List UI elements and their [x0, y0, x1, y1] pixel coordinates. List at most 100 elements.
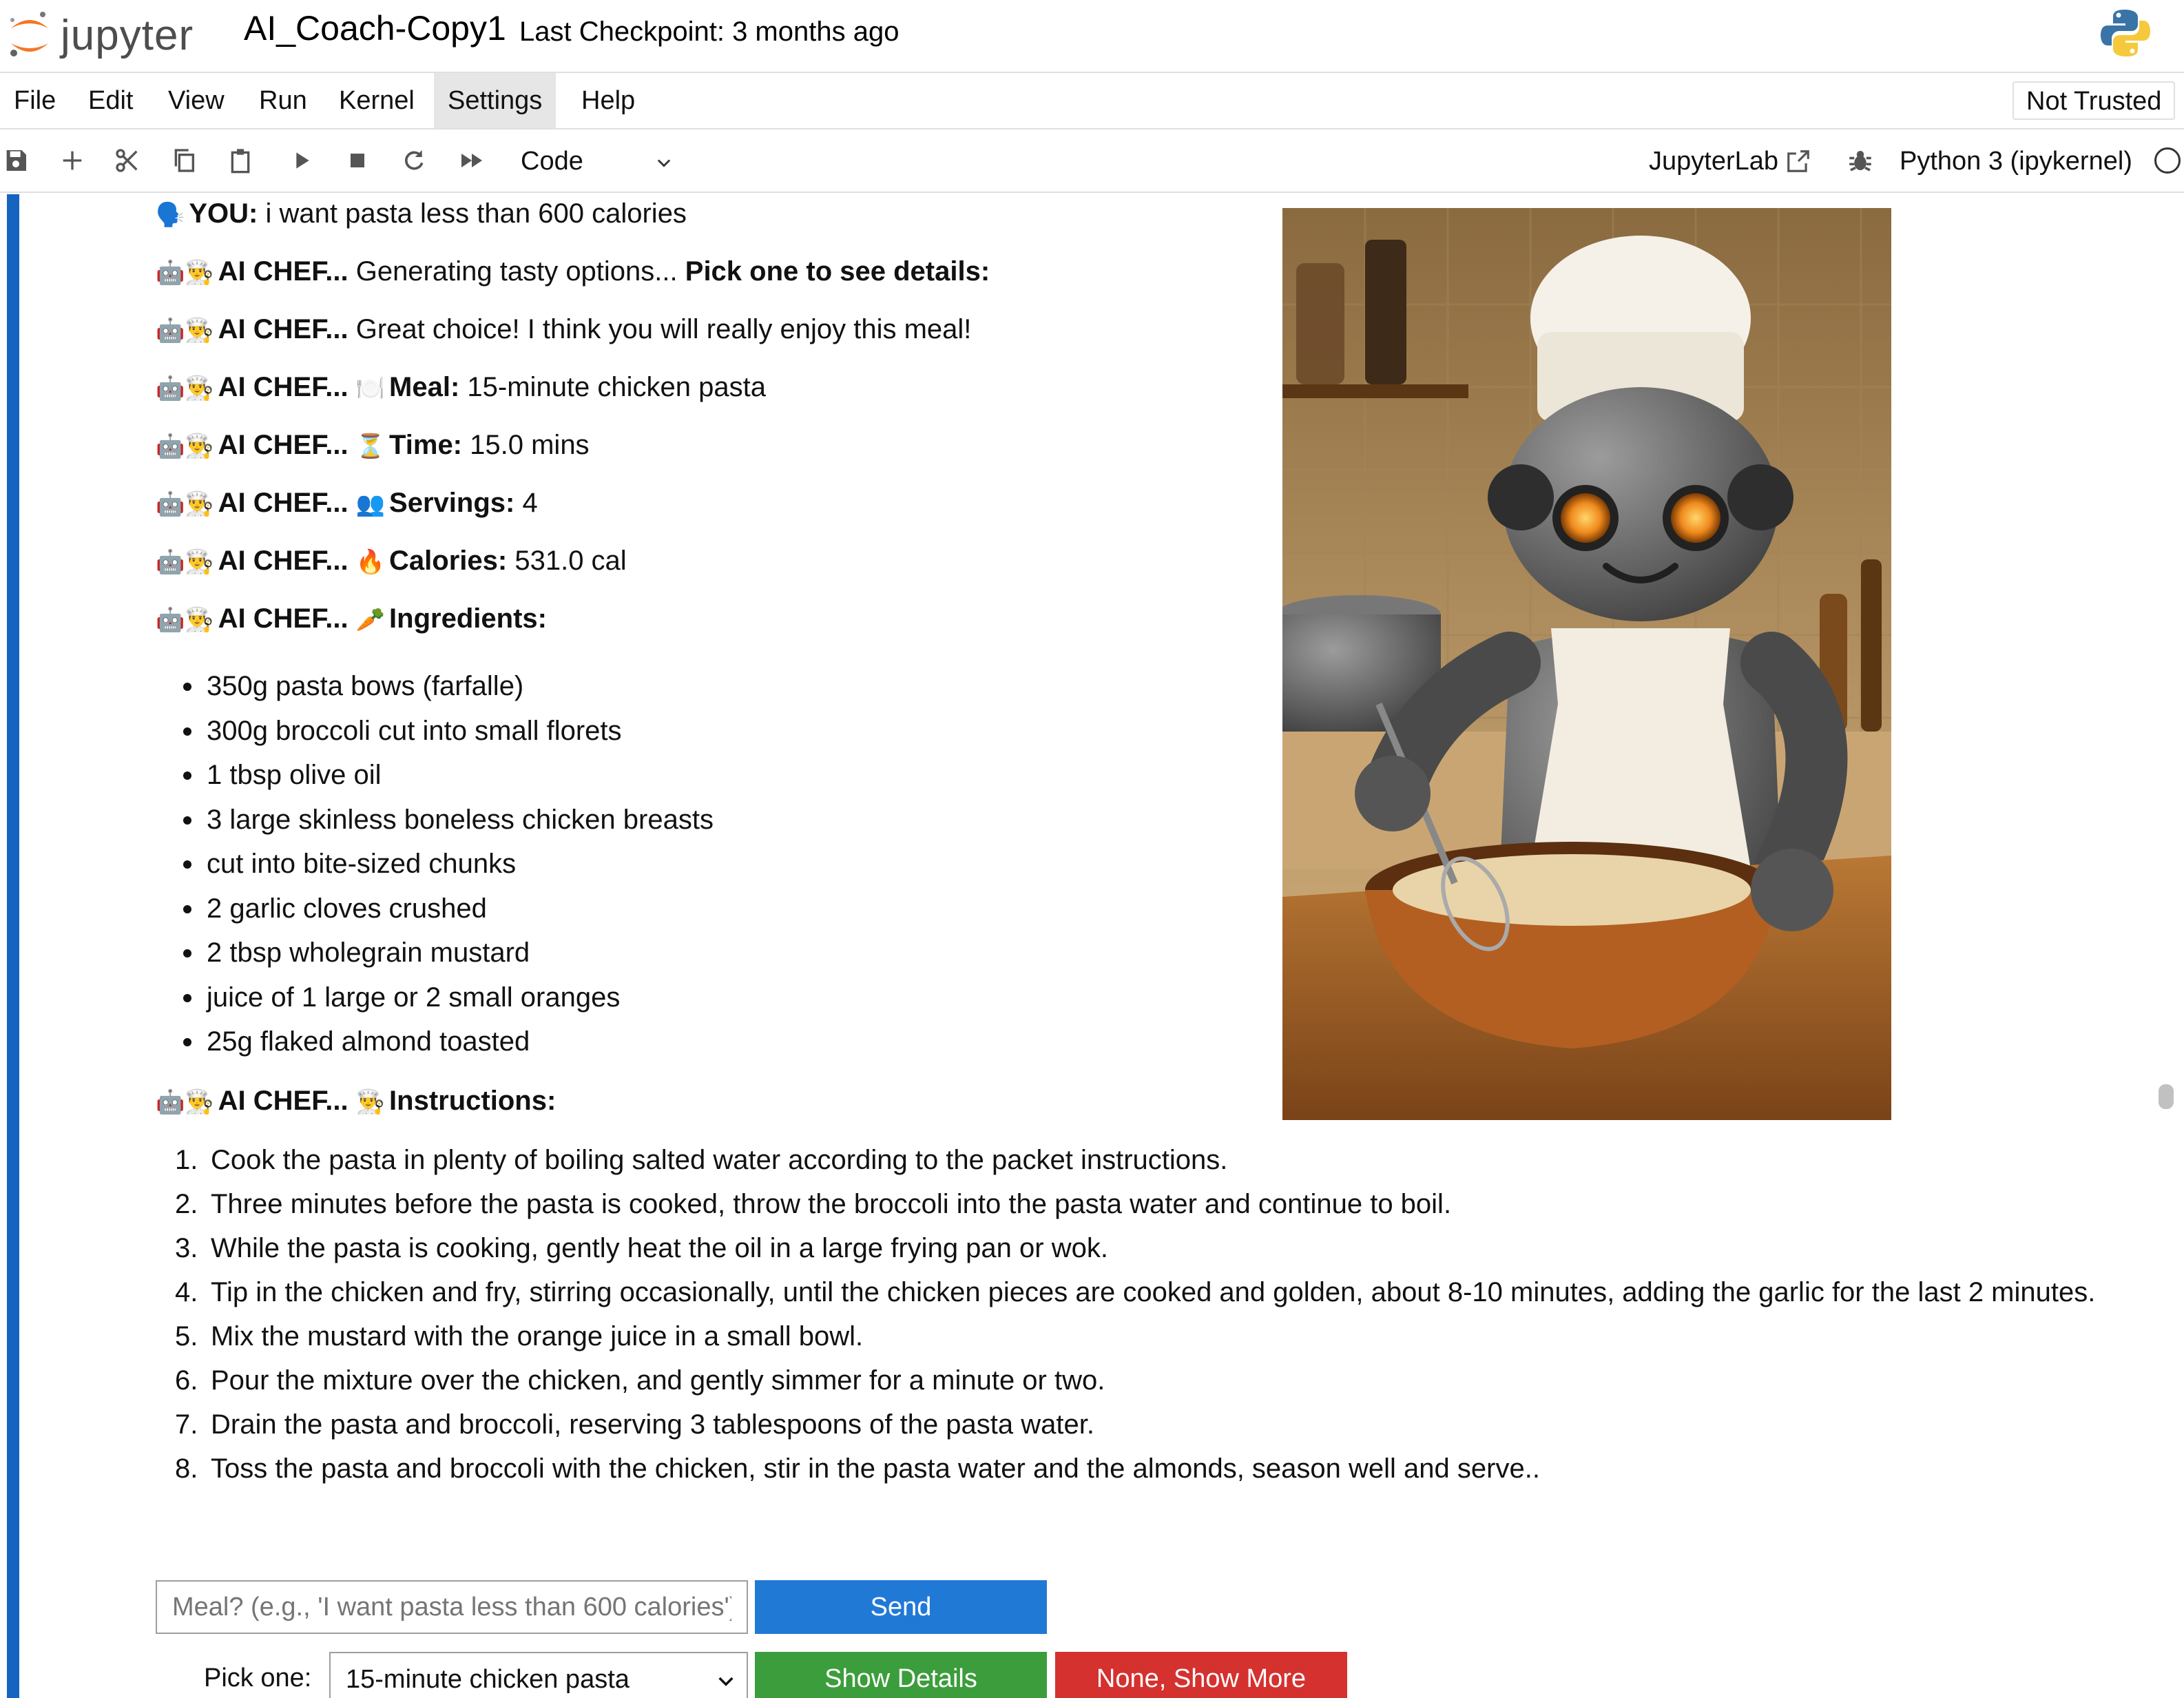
- instruction-step: 6. Pour the mixture over the chicken, and…: [175, 1365, 1105, 1396]
- menu-run[interactable]: Run: [245, 73, 321, 128]
- menu-help[interactable]: Help: [568, 73, 649, 128]
- robot-chef-icon: 🤖👨‍🍳: [156, 433, 214, 460]
- chef-generating-line: 🤖👨‍🍳 AI CHEF... Generating tasty options.…: [156, 252, 990, 292]
- meal-line: 🤖👨‍🍳 AI CHEF... 🍽️ Meal: 15-minute chicken…: [156, 368, 766, 408]
- instruction-step: 5. Mix the mustard with the orange juice …: [175, 1321, 864, 1352]
- chef-prefix: AI CHEF...: [218, 1086, 349, 1116]
- ingredient-item: 2 garlic cloves crushed: [183, 887, 714, 931]
- selected-meal-option: 15-minute chicken pasta: [346, 1665, 630, 1694]
- run-all-icon[interactable]: [456, 145, 488, 176]
- instruction-step: 1. Cook the pasta in plenty of boiling sa…: [175, 1145, 1228, 1175]
- carrot-icon: 🥕: [355, 607, 386, 634]
- paste-icon[interactable]: [225, 145, 256, 176]
- instruction-step: 8. Toss the pasta and broccoli with the c…: [175, 1453, 1540, 1484]
- chef-prefix: AI CHEF...: [218, 546, 349, 576]
- time-value: 15.0 mins: [470, 430, 590, 460]
- menu-kernel[interactable]: Kernel: [325, 73, 428, 128]
- instructions-list: 1. Cook the pasta in plenty of boiling sa…: [175, 1138, 2103, 1491]
- chef-prefix: AI CHEF...: [218, 603, 349, 634]
- pick-one-label: Pick one:: [204, 1664, 312, 1692]
- cell-type-select[interactable]: Code: [507, 142, 679, 180]
- instructions-heading-line: 🤖👨‍🍳 AI CHEF... 👨‍🍳 Instructions:: [156, 1081, 556, 1121]
- people-icon: 👥: [355, 491, 386, 518]
- chevron-down-icon: [657, 159, 671, 167]
- cut-icon[interactable]: [112, 145, 143, 176]
- robot-chef-icon: 🤖👨‍🍳: [156, 549, 214, 576]
- menu-settings[interactable]: Settings: [434, 73, 557, 128]
- ingredient-item: 3 large skinless boneless chicken breast…: [183, 798, 714, 842]
- restart-icon[interactable]: [398, 145, 430, 176]
- choice-message: Great choice! I think you will really en…: [355, 314, 972, 344]
- instruction-step: 3. While the pasta is cooking, gently hea…: [175, 1233, 1108, 1263]
- save-icon[interactable]: [0, 145, 32, 176]
- user-message-line: 🗣️ YOU: i want pasta less than 600 calori…: [156, 194, 687, 234]
- ingredients-label: Ingredients:: [389, 603, 547, 634]
- menu-file[interactable]: File: [0, 73, 70, 128]
- jupyter-logo[interactable]: jupyter: [8, 4, 194, 66]
- trust-indicator[interactable]: Not Trusted: [2013, 81, 2176, 120]
- python-logo-icon: [2101, 10, 2150, 56]
- calories-label: Calories:: [389, 546, 508, 576]
- jupyter-orbit-icon: [10, 12, 48, 56]
- show-more-button[interactable]: None, Show More: [1055, 1652, 1347, 1698]
- robot-chef-icon: 🤖👨‍🍳: [156, 318, 214, 344]
- scrollbar-thumb[interactable]: [2159, 1084, 2174, 1109]
- user-prefix: YOU:: [189, 198, 258, 229]
- robot-chef-icon: 🤖👨‍🍳: [156, 260, 214, 287]
- jupyterlab-label: JupyterLab: [1649, 147, 1779, 176]
- robot-chef-icon: 🤖👨‍🍳: [156, 1089, 214, 1116]
- time-label: Time:: [389, 430, 463, 460]
- debugger-bug-icon[interactable]: [1846, 146, 1875, 175]
- chef-prefix: AI CHEF...: [218, 314, 349, 344]
- meal-query-input[interactable]: [156, 1580, 748, 1634]
- hourglass-icon: ⏳: [355, 433, 386, 460]
- ingredients-list: 350g pasta bows (farfalle) 300g broccoli…: [183, 664, 714, 1064]
- ingredient-item: 1 tbsp olive oil: [183, 753, 714, 798]
- notebook-header: jupyter AI_Coach-Copy1 Last Checkpoint: …: [0, 0, 2184, 72]
- generating-text: Generating tasty options...: [355, 256, 678, 287]
- plate-icon: 🍽️: [355, 375, 386, 402]
- last-checkpoint: Last Checkpoint: 3 months ago: [519, 17, 899, 47]
- pick-prompt: Pick one to see details:: [685, 256, 990, 287]
- user-message: i want pasta less than 600 calories: [265, 198, 687, 229]
- menu-view[interactable]: View: [154, 73, 238, 128]
- notebook-toolbar: Code JupyterLab Python 3 (ipykernel): [0, 130, 2184, 193]
- external-link-icon: [1787, 150, 1809, 172]
- stop-icon[interactable]: [342, 145, 373, 176]
- ingredient-item: 25g flaked almond toasted: [183, 1019, 714, 1064]
- run-icon[interactable]: [285, 145, 317, 176]
- time-line: 🤖👨‍🍳 AI CHEF... ⏳ Time: 15.0 mins: [156, 426, 590, 466]
- instruction-step: 2. Three minutes before the pasta is cook…: [175, 1189, 1452, 1219]
- active-cell-indicator: [7, 194, 19, 1698]
- ingredient-item: cut into bite-sized chunks: [183, 842, 714, 887]
- chef-icon: 👨‍🍳: [355, 1089, 386, 1116]
- notebook-panel: 🗣️ YOU: i want pasta less than 600 calori…: [0, 194, 2184, 1698]
- cell-type-value: Code: [521, 147, 583, 176]
- jupyter-wordmark: jupyter: [61, 11, 194, 59]
- ingredient-item: 300g broccoli cut into small florets: [183, 709, 714, 754]
- menu-edit[interactable]: Edit: [74, 73, 147, 128]
- chevron-down-icon: [718, 1677, 734, 1686]
- add-cell-icon[interactable]: [56, 145, 88, 176]
- chef-prefix: AI CHEF...: [218, 430, 349, 460]
- calories-line: 🤖👨‍🍳 AI CHEF... 🔥 Calories: 531.0 cal: [156, 541, 627, 581]
- menubar: File Edit View Run Kernel Settings Help …: [0, 72, 2184, 130]
- open-jupyterlab-link[interactable]: JupyterLab: [1649, 143, 1811, 179]
- instruction-step: 7. Drain the pasta and broccoli, reservin…: [175, 1409, 1094, 1440]
- show-details-button[interactable]: Show Details: [755, 1652, 1047, 1698]
- instruction-step: 4. Tip in the chicken and fry, stirring o…: [175, 1277, 2096, 1307]
- copy-icon[interactable]: [168, 145, 200, 176]
- instructions-label: Instructions:: [389, 1086, 557, 1116]
- meal-value: 15-minute chicken pasta: [467, 372, 766, 402]
- robot-chef-icon: 🤖👨‍🍳: [156, 491, 214, 518]
- calories-value: 531.0 cal: [514, 546, 627, 576]
- chef-choice-line: 🤖👨‍🍳 AI CHEF... Great choice! I think you…: [156, 310, 971, 350]
- ingredient-item: 350g pasta bows (farfalle): [183, 664, 714, 709]
- send-button[interactable]: Send: [755, 1580, 1047, 1634]
- kernel-idle-status-icon: [2154, 147, 2181, 174]
- servings-value: 4: [522, 488, 538, 518]
- notebook-title[interactable]: AI_Coach-Copy1: [244, 8, 506, 48]
- kernel-name[interactable]: Python 3 (ipykernel): [1900, 143, 2132, 179]
- meal-option-dropdown[interactable]: 15-minute chicken pasta: [329, 1652, 748, 1698]
- speaking-head-icon: 🗣️: [156, 202, 185, 229]
